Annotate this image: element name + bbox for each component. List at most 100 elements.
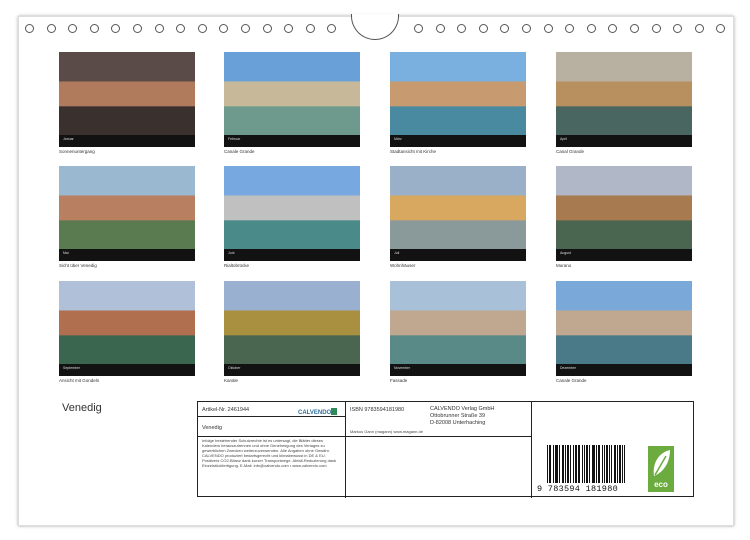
binding-ring xyxy=(522,24,531,33)
binding-ring xyxy=(241,24,250,33)
binding-ring xyxy=(154,24,164,33)
barcode-bar xyxy=(609,445,610,483)
month-strip: Juni xyxy=(224,249,360,261)
barcode-bar xyxy=(617,445,618,483)
photo-caption: Sicht über Venedig xyxy=(59,263,97,268)
barcode-bar xyxy=(602,445,603,483)
month-strip: Juli xyxy=(390,249,526,261)
binding-ring xyxy=(176,24,186,33)
photo-caption: Stadtansicht mit Kirche xyxy=(390,149,437,154)
barcode-bar xyxy=(614,445,615,483)
binding-ring xyxy=(543,24,553,33)
photo-caption: Canale Grande xyxy=(556,378,587,383)
barcode-bar xyxy=(573,445,574,483)
binding-ring xyxy=(305,24,315,33)
barcode-bar xyxy=(565,445,566,483)
month-strip: Januar xyxy=(59,135,195,147)
photo-caption: Wohnhäuser xyxy=(390,263,416,268)
barcode-bar xyxy=(547,445,548,483)
publisher-line-3: D-82008 Unterhaching xyxy=(430,420,486,426)
leaf-icon xyxy=(653,450,670,476)
isbn: ISBN 9783594181980 xyxy=(350,407,405,413)
month-strip: April xyxy=(556,135,692,147)
month-strip: Oktober xyxy=(224,364,360,376)
month-strip: September xyxy=(59,364,195,376)
barcode-bar xyxy=(598,445,599,483)
month-thumbnail: Juli Wohnhäuser xyxy=(390,166,526,268)
month-thumbnail: August Murano xyxy=(556,166,692,268)
photo-caption: Canal Grande xyxy=(556,149,585,154)
legal-text: Infolge bestehender Schutzrechte ist es … xyxy=(202,438,337,468)
month-thumbnail: März Stadtansicht mit Kirche xyxy=(390,52,526,154)
barcode-bar xyxy=(559,445,560,483)
month-label: April xyxy=(560,137,568,141)
barcode-bar xyxy=(620,445,621,483)
barcode-bar xyxy=(567,445,568,483)
month-thumbnail: September Ansicht mit Gondeln xyxy=(59,281,195,383)
brand-text: CALVENDO xyxy=(298,410,332,416)
author-credit: Markus Gann (magann) www.magann.de xyxy=(350,429,423,434)
publisher-line-1: CALVENDO Verlag GmbH xyxy=(430,406,495,412)
photo-caption: Fassade xyxy=(390,378,408,383)
month-thumbnail: Februar Canale Grande xyxy=(224,52,360,154)
barcode-bar xyxy=(606,445,607,483)
binding-ring xyxy=(608,24,618,33)
month-thumbnail: Januar Sonnenuntergang xyxy=(59,52,195,154)
barcode-bar xyxy=(553,445,554,483)
month-strip: Februar xyxy=(224,135,360,147)
barcode-bar xyxy=(555,445,556,483)
binding-ring xyxy=(673,24,683,33)
month-label: März xyxy=(394,137,402,141)
binding-ring xyxy=(219,24,229,33)
eco-badge: eco xyxy=(648,446,674,492)
barcode-bar xyxy=(607,445,608,483)
binding-ring xyxy=(327,24,337,33)
month-photo xyxy=(59,52,195,135)
binding-ring xyxy=(89,24,99,33)
barcode-number: 9 783594 181980 xyxy=(537,484,619,494)
photo-caption: Canale Grande xyxy=(224,149,255,154)
month-label: Juli xyxy=(394,251,400,255)
barcode-bar xyxy=(586,445,587,483)
barcode-bar xyxy=(599,445,600,483)
barcode-bar xyxy=(563,445,564,483)
barcode-bar xyxy=(570,445,571,483)
calendar-title: Venedig xyxy=(62,402,102,414)
binding-ring xyxy=(46,24,56,33)
barcode-bar xyxy=(594,445,595,483)
month-thumbnail: Juni Rialtobrücke xyxy=(224,166,360,268)
photo-caption: Kanäle xyxy=(224,378,239,383)
binding-ring xyxy=(262,24,272,33)
binding-ring xyxy=(694,24,704,33)
binding-ring xyxy=(630,24,639,33)
binding-ring xyxy=(68,24,78,33)
barcode-bar xyxy=(549,445,550,483)
binding-ring xyxy=(25,24,34,33)
barcode-bar xyxy=(550,445,551,483)
month-photo xyxy=(556,281,692,364)
article-number: Artikel-Nr. 2461944 xyxy=(202,407,250,413)
eco-label: eco xyxy=(654,480,668,489)
month-label: September xyxy=(63,366,81,370)
month-photo xyxy=(59,166,195,249)
binding-ring xyxy=(716,24,726,33)
barcode-bar xyxy=(619,445,620,483)
month-photo xyxy=(390,281,526,364)
binding-ring xyxy=(111,24,121,33)
month-strip: März xyxy=(390,135,526,147)
month-photo xyxy=(390,166,526,249)
product-title: Venedig xyxy=(202,425,222,431)
month-thumbnail: Mai Sicht über Venedig xyxy=(59,166,195,268)
month-label: Dezember xyxy=(560,366,577,370)
barcode-bar xyxy=(568,445,569,483)
barcode-bar xyxy=(615,445,616,483)
barcode-bar xyxy=(557,445,558,483)
barcode-bar xyxy=(575,445,576,483)
barcode-bar xyxy=(604,445,605,483)
month-photo xyxy=(224,52,360,135)
barcode-bar xyxy=(596,445,597,483)
month-label: Mai xyxy=(63,251,69,255)
photo-caption: Murano xyxy=(556,263,572,268)
binding-ring xyxy=(565,24,575,33)
barcode-bar xyxy=(611,445,612,483)
